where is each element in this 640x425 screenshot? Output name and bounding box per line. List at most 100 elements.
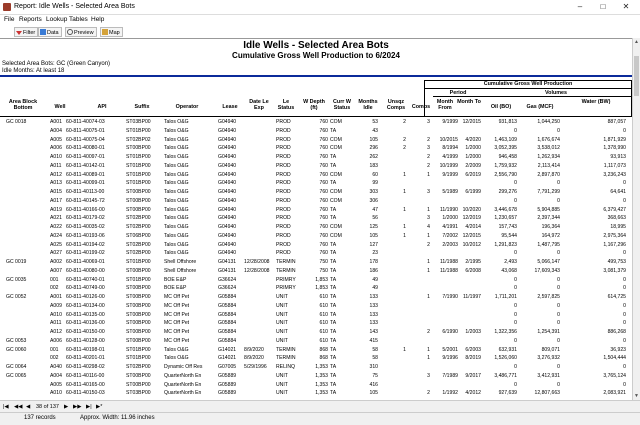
report-subtitle: Cumulative Gross Well Production to 6/20… <box>232 51 400 60</box>
scroll-thumb[interactable] <box>634 56 639 96</box>
table-row: A022 60-811-40035-02 ST02BP00 Talos O&G G049… <box>0 224 632 232</box>
cell-month-from: 10/1999 <box>439 162 458 169</box>
cell-month-to: 6/1999 <box>465 189 481 195</box>
menu-lookup-tables[interactable]: Lookup Tables <box>46 16 88 23</box>
cell-gas: 1,044,250 <box>537 119 560 125</box>
cell-lease: G04940 <box>218 145 237 152</box>
cell-area-block: GC 0060 <box>6 346 27 353</box>
cell-month-to: 6/2019 <box>465 171 481 178</box>
cell-lease: G14021 <box>218 355 237 362</box>
cell-months-idle: 303 <box>369 189 379 195</box>
cell-date-le-exp: 12/28/2008 <box>244 259 270 265</box>
cell-lease: G36624 <box>218 276 237 283</box>
cell-curr-w-status: TA <box>330 154 337 160</box>
cell-curr-w-status: TA <box>330 206 337 213</box>
cell-suffix: ST03BP00 <box>126 119 151 125</box>
cell-months-idle: 186 <box>369 267 379 274</box>
cell-w-depth: 760 <box>319 145 329 152</box>
cell-le-status: UNIT <box>276 390 288 397</box>
cell-api: 60-811-40198-01 <box>66 346 105 353</box>
cell-le-status: UNIT <box>276 381 288 388</box>
scroll-down-icon[interactable]: ▼ <box>633 393 640 399</box>
cell-month-to: 6/2003 <box>465 346 481 353</box>
cell-month-from: 6/1990 <box>442 329 458 335</box>
cell-suffix: ST00BP00 <box>126 337 151 344</box>
col-lease: Lease <box>222 104 238 110</box>
cell-oil: 0 <box>514 381 517 388</box>
cell-oil: 931,813 <box>498 119 517 125</box>
minimize-icon[interactable]: – <box>570 1 590 13</box>
cell-curr-w-status: TA <box>330 337 337 344</box>
data-icon <box>40 29 46 35</box>
cell-le-status: PROD <box>276 241 291 248</box>
cell-operator: Talos O&G <box>164 180 189 187</box>
cell-suffix: ST00BP00 <box>126 372 151 379</box>
approx-width: Approx. Width: 11.96 inches <box>80 415 155 421</box>
cell-lease: G04131 <box>218 259 237 265</box>
scroll-up-icon[interactable]: ▲ <box>633 39 640 45</box>
cell-gas: 12,807,663 <box>534 390 561 397</box>
cell-api: 60-811-40165-00 <box>66 381 105 388</box>
cell-month-to: 6/2008 <box>465 267 481 274</box>
cell-comps: 2 <box>427 136 430 143</box>
cell-water: 18,995 <box>610 224 626 230</box>
window-title: Report: Idle Wells - Selected Area Bots <box>14 3 135 10</box>
cell-months-idle: 127 <box>369 241 379 248</box>
previous-page-icon[interactable]: ◀◀ <box>14 404 22 410</box>
cell-lease: G05889 <box>218 381 237 388</box>
first-record-icon[interactable]: |◀ <box>3 404 9 410</box>
cell-curr-w-status: COM <box>330 136 342 143</box>
cell-operator: QuarterNorth En <box>164 381 202 388</box>
cell-oil: 1,759,932 <box>494 162 517 169</box>
cell-month-to: 1/2000 <box>465 145 481 152</box>
cell-comps: 2 <box>427 162 430 169</box>
map-icon <box>102 29 108 35</box>
col-api: API <box>97 104 107 110</box>
menu-file[interactable]: File <box>4 16 14 23</box>
cell-w-depth: 1,353 <box>315 364 328 370</box>
cell-month-from: 2/2003 <box>442 241 458 248</box>
next-record-icon[interactable]: ▶ <box>64 404 68 410</box>
data-button[interactable]: Data <box>38 27 62 37</box>
new-record-icon[interactable]: ▶* <box>96 404 102 410</box>
cell-le-status: PRIMRY <box>276 285 296 292</box>
previous-record-icon[interactable]: ◀ <box>26 404 30 410</box>
cell-oil: 946,458 <box>498 154 517 160</box>
cell-oil: 1,526,060 <box>494 355 517 362</box>
next-page-icon[interactable]: ▶▶ <box>73 404 81 410</box>
cell-le-status: PROD <box>276 197 291 204</box>
cell-lease: G05884 <box>218 337 237 344</box>
last-record-icon[interactable]: ▶| <box>86 404 92 410</box>
vertical-scrollbar[interactable]: ▲ ▼ <box>632 38 640 400</box>
cell-month-from: 10/2015 <box>439 136 458 143</box>
cell-curr-w-status: TA <box>330 180 337 187</box>
cell-gas: 3,538,012 <box>537 145 560 152</box>
cell-lease: G04940 <box>218 250 237 257</box>
cell-le-status: RELINQ <box>276 364 295 370</box>
cell-comps: 3 <box>427 189 430 195</box>
cell-gas: 0 <box>557 311 560 318</box>
preview-button[interactable]: Preview <box>65 27 97 37</box>
cell-curr-w-status: TA <box>330 372 337 379</box>
cell-gas: 3,276,932 <box>537 355 560 362</box>
cell-oil: 1,291,823 <box>494 241 517 248</box>
maximize-icon[interactable]: □ <box>593 1 613 13</box>
cell-operator: Talos O&G <box>164 197 189 204</box>
cell-suffix: ST01BP00 <box>126 259 151 265</box>
cell-w-depth: 760 <box>319 197 329 204</box>
cell-lease: G04940 <box>218 197 237 204</box>
cell-gas: 0 <box>557 127 560 134</box>
cell-months-idle: 143 <box>369 329 379 335</box>
map-button[interactable]: Map <box>100 27 123 37</box>
table-row: A015 60-811-40113-00 ST00BP00 Talos O&G G049… <box>0 189 632 197</box>
cell-gas: 0 <box>557 364 560 370</box>
record-count: 137 records <box>24 415 56 421</box>
menu-help[interactable]: Help <box>91 16 104 23</box>
cell-lease: G04940 <box>218 127 237 134</box>
cell-w-depth: 760 <box>319 250 329 257</box>
record-counter[interactable]: 38 of 137 <box>36 404 59 410</box>
preview-icon <box>67 29 73 35</box>
close-icon[interactable]: ✕ <box>616 1 636 13</box>
filter-button[interactable]: Filter <box>14 27 39 37</box>
menu-reports[interactable]: Reports <box>19 16 42 23</box>
